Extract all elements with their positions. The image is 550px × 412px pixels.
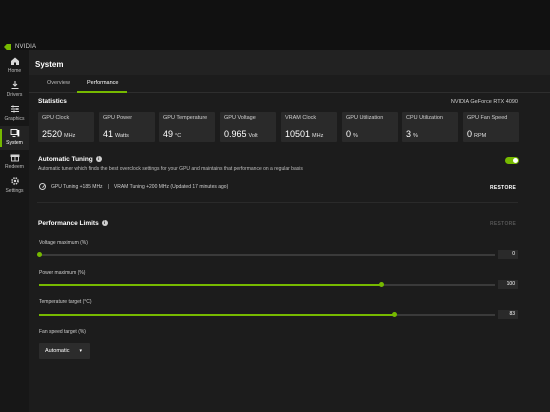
stat-label: GPU Power (103, 115, 133, 121)
stat-label: GPU Temperature (163, 115, 208, 121)
stat-label: CPU Utilization (406, 115, 443, 121)
active-tab-indicator (77, 91, 127, 93)
window-titlebar (0, 0, 550, 43)
stat-label: GPU Fan Speed (467, 115, 508, 121)
page-title: System (35, 60, 64, 69)
fan-speed-target-label: Fan speed target (%) (39, 329, 86, 335)
power-max-label: Power maximum (%) (39, 270, 86, 276)
monitor-icon (10, 129, 19, 137)
sidebar-item-label: System (6, 140, 23, 146)
stat-value: 10501 MHz (285, 129, 324, 139)
sidebar-item-redeem[interactable]: Redeem (0, 150, 29, 174)
statistics-title: Statistics (38, 98, 67, 105)
sidebar-item-label: Home (7, 68, 22, 74)
stat-card-cpu-utilization: CPU Utilization 3% (402, 112, 458, 142)
info-icon[interactable]: i (95, 156, 102, 163)
stat-card-gpu-clock: GPU Clock 2520 MHz (38, 112, 94, 142)
sidebar-item-label: Drivers (6, 92, 23, 98)
stat-value: 41 Watts (103, 129, 129, 139)
stat-label: GPU Clock (42, 115, 70, 121)
slider-handle[interactable] (378, 282, 384, 287)
temperature-target-label: Temperature target (°C) (39, 299, 92, 305)
tab-overview[interactable]: Overview (47, 80, 70, 86)
performance-limits-restore-button[interactable]: RESTORE (490, 221, 516, 227)
stat-value: 3% (406, 129, 418, 139)
temperature-target-value[interactable]: 83 (498, 310, 518, 319)
fan-speed-selected-value: Automatic (45, 348, 70, 354)
tuning-status: GPU Tuning +185 MHz | VRAM Tuning +200 M… (39, 183, 228, 190)
divider (37, 202, 518, 203)
page-header: System (29, 50, 550, 75)
stat-value: 0% (346, 129, 358, 139)
power-max-value[interactable]: 100 (498, 280, 518, 289)
voltage-max-value[interactable]: 0 (498, 250, 518, 259)
stat-card-vram-clock: VRAM Clock 10501 MHz (281, 112, 337, 142)
stat-card-gpu-utilization: GPU Utilization 0% (342, 112, 398, 142)
slider-handle[interactable] (36, 252, 42, 257)
stat-card-gpu-power: GPU Power 41 Watts (99, 112, 155, 142)
stat-card-gpu-fan-speed: GPU Fan Speed 0 RPM (463, 112, 519, 142)
slider-fill (39, 284, 381, 286)
gpu-name: NVIDIA GeForce RTX 4090 (450, 99, 518, 105)
voltage-max-label: Voltage maximum (%) (39, 240, 88, 246)
main-panel: System Overview Performance Statistics N… (29, 50, 550, 412)
performance-limits-title: Performance Limits i (38, 220, 108, 227)
voltage-max-slider[interactable] (36, 252, 495, 257)
auto-tuning-title: Automatic Tuning i (38, 156, 102, 163)
slider-handle[interactable] (392, 312, 398, 317)
sidebar-item-label: Graphics (4, 116, 25, 122)
stat-label: VRAM Clock (285, 115, 317, 121)
gear-icon (10, 177, 19, 185)
stat-value: 49 °C (163, 129, 182, 139)
fan-speed-select[interactable]: Automatic ▾ (39, 343, 90, 359)
temperature-target-slider[interactable] (39, 312, 495, 317)
sidebar-item-system[interactable]: System (0, 126, 29, 150)
sidebar-item-drivers[interactable]: Drivers (0, 78, 29, 102)
auto-tuning-description: Automatic tuner which finds the best ove… (38, 166, 303, 172)
gpu-tuning-text: GPU Tuning +185 MHz (51, 183, 103, 190)
sidebar-item-graphics[interactable]: Graphics (0, 102, 29, 126)
download-icon (11, 81, 18, 90)
sliders-icon (10, 105, 19, 113)
stat-label: GPU Voltage (224, 115, 256, 121)
auto-tuning-restore-button[interactable]: RESTORE (490, 185, 516, 191)
sidebar-item-label: Settings (5, 188, 24, 194)
sidebar-item-settings[interactable]: Settings (0, 174, 29, 198)
info-icon[interactable]: i (101, 220, 108, 227)
power-max-slider[interactable] (39, 282, 495, 287)
sidebar-item-home[interactable]: Home (0, 54, 29, 78)
stat-value: 0.965 Volt (224, 129, 258, 139)
sidebar-item-label: Redeem (5, 164, 24, 170)
sidebar: Home Drivers Graphics System Redeem Sett… (0, 50, 29, 412)
gauge-icon (39, 183, 46, 190)
tab-performance[interactable]: Performance (87, 80, 119, 86)
slider-fill (39, 314, 395, 316)
stat-value: 2520 MHz (42, 129, 76, 139)
vram-tuning-text: VRAM Tuning +200 MHz (Updated 17 minutes… (113, 183, 229, 190)
home-icon (10, 57, 19, 65)
auto-tuning-toggle[interactable] (505, 157, 519, 164)
toggle-knob (513, 158, 518, 163)
stat-label: GPU Utilization (346, 115, 384, 121)
tab-bar: Overview Performance (29, 75, 550, 93)
gift-icon (10, 154, 19, 162)
stat-card-gpu-voltage: GPU Voltage 0.965 Volt (220, 112, 276, 142)
stat-value: 0 RPM (467, 129, 487, 139)
separator: | (107, 183, 109, 190)
stat-card-gpu-temperature: GPU Temperature 49 °C (159, 112, 215, 142)
chevron-down-icon: ▾ (79, 348, 82, 354)
